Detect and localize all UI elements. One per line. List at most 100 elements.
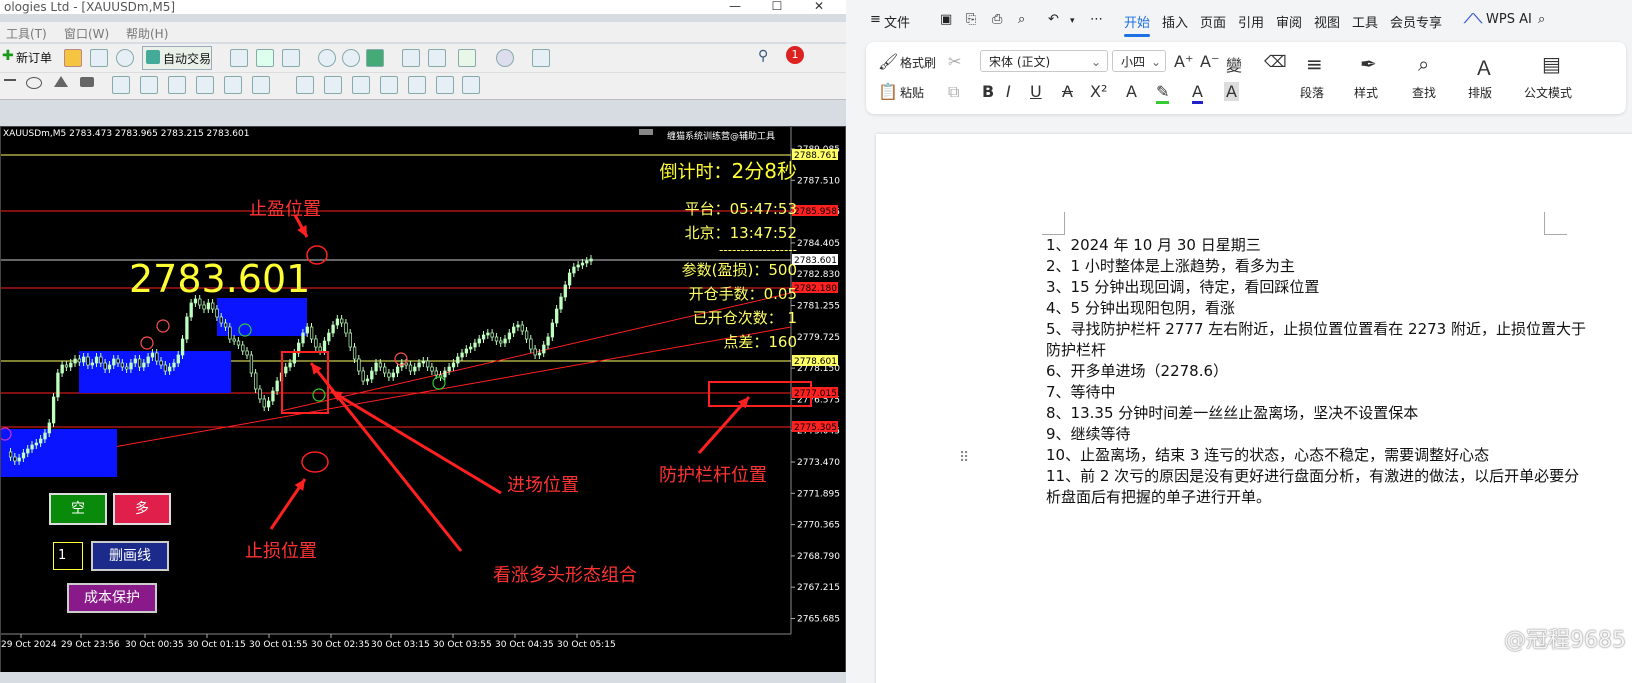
- print-icon[interactable]: ⎙: [992, 12, 1002, 27]
- document-line[interactable]: 6、开多单进场（2278.6）: [1046, 360, 1228, 381]
- text-effect-icon[interactable]: A: [1126, 82, 1137, 101]
- candlestick-icon[interactable]: [256, 49, 274, 67]
- decrease-font-icon[interactable]: A⁻: [1200, 52, 1219, 71]
- official-mode-icon[interactable]: ▤: [1542, 52, 1561, 76]
- highlight-icon[interactable]: ✎: [1156, 82, 1170, 104]
- tab-references[interactable]: 引用: [1238, 12, 1264, 31]
- char-shading-icon[interactable]: A: [1224, 82, 1239, 101]
- zoom-out-icon[interactable]: [342, 49, 360, 67]
- chart-drag-handle[interactable]: [639, 129, 653, 135]
- export-icon[interactable]: ⎘: [966, 12, 976, 27]
- tab-insert[interactable]: 插入: [1162, 12, 1188, 31]
- notification-badge[interactable]: 1: [786, 46, 804, 64]
- search-icon[interactable]: ⚲: [758, 48, 768, 64]
- underline-icon[interactable]: U: [1030, 82, 1042, 101]
- paste-button[interactable]: 粘贴: [900, 84, 924, 101]
- price-chart[interactable]: 2789.0852787.5102785.9552784.4052782.830…: [0, 126, 846, 675]
- document-line[interactable]: 10、止盈离场，结束 3 连亏的状态，心态不稳定，需要调整好心态: [1046, 444, 1489, 465]
- cycle-lines-icon[interactable]: [324, 76, 342, 94]
- templates-icon[interactable]: [532, 49, 550, 67]
- document-line[interactable]: 2、1 小时整体是上涨趋势，看多为主: [1046, 255, 1295, 276]
- fib-arc-icon[interactable]: [252, 76, 270, 94]
- gann-fan-icon[interactable]: [196, 76, 214, 94]
- clear-format-icon[interactable]: ⌫: [1264, 52, 1287, 71]
- undo-dropdown-icon[interactable]: ▾: [1070, 16, 1075, 26]
- minimize-icon[interactable]: —: [720, 0, 750, 14]
- sell-button[interactable]: 空: [49, 493, 107, 525]
- find-icon[interactable]: ⌕: [1418, 52, 1429, 76]
- bar-chart-icon[interactable]: [230, 49, 248, 67]
- find-button[interactable]: 查找: [1412, 84, 1436, 101]
- buy-button[interactable]: 多: [113, 493, 171, 525]
- file-menu[interactable]: 文件: [884, 12, 910, 31]
- breakeven-button[interactable]: 成本保护: [67, 583, 157, 613]
- close-icon[interactable]: ✕: [804, 0, 834, 14]
- grid-icon[interactable]: [296, 76, 314, 94]
- document-line[interactable]: 1、2024 年 10 月 30 日星期三: [1046, 234, 1261, 255]
- copy-icon[interactable]: ⧉: [948, 82, 959, 102]
- menu-help[interactable]: 帮助(H): [126, 25, 168, 42]
- menu-tools[interactable]: 工具(T): [6, 25, 47, 42]
- regression-icon[interactable]: [168, 76, 186, 94]
- zoom-in-icon[interactable]: [318, 49, 336, 67]
- channel-icon[interactable]: [140, 76, 158, 94]
- wps-ai-button[interactable]: WPS AI: [1486, 12, 1532, 27]
- search-icon[interactable]: ⌕: [1538, 12, 1545, 27]
- elliott-icon[interactable]: [380, 76, 398, 94]
- paragraph-icon[interactable]: ≡: [1306, 52, 1323, 76]
- periods-icon[interactable]: [496, 49, 514, 67]
- tab-view[interactable]: 视图: [1314, 12, 1340, 31]
- indicators-icon[interactable]: [458, 49, 476, 67]
- tab-tools[interactable]: 工具: [1352, 12, 1378, 31]
- format-painter-button[interactable]: 格式刷: [900, 54, 936, 71]
- fib-fan-icon[interactable]: [224, 76, 242, 94]
- document-line[interactable]: 8、13.35 分钟时间差一丝丝止盈离场，坚决不设置保本: [1046, 402, 1418, 423]
- delete-lines-button[interactable]: 删画线: [91, 541, 169, 571]
- format-painter-icon[interactable]: 🖌: [878, 52, 898, 71]
- styles-button[interactable]: 样式: [1354, 84, 1378, 101]
- navigator-icon[interactable]: [90, 49, 108, 67]
- new-order-button[interactable]: 新订单: [16, 49, 52, 66]
- undo-icon[interactable]: ↶: [1048, 12, 1059, 27]
- auto-trading-button[interactable]: 自动交易: [142, 46, 212, 70]
- expansion-icon[interactable]: [408, 76, 426, 94]
- wps-ai-icon[interactable]: ⟋⟍: [1464, 12, 1482, 27]
- bold-icon[interactable]: B: [982, 82, 994, 101]
- tab-review[interactable]: 审阅: [1276, 12, 1302, 31]
- hamburger-icon[interactable]: ≡: [870, 12, 881, 27]
- arrows-icon[interactable]: [462, 76, 480, 94]
- paragraph-drag-handle-icon[interactable]: ⠿: [959, 450, 969, 466]
- official-mode-button[interactable]: 公文模式: [1524, 84, 1572, 101]
- horizontal-line-icon[interactable]: [4, 79, 16, 81]
- italic-icon[interactable]: I: [1006, 82, 1011, 101]
- strikethrough-icon[interactable]: A: [1062, 82, 1073, 101]
- increase-font-icon[interactable]: A⁺: [1174, 52, 1193, 71]
- phonetic-icon[interactable]: 變: [1226, 52, 1242, 76]
- document-line[interactable]: 析盘面后有把握的单子进行开单。: [1046, 486, 1271, 507]
- font-color-icon[interactable]: A: [1192, 82, 1203, 104]
- menu-window[interactable]: 窗口(W): [64, 25, 109, 42]
- superscript-icon[interactable]: X²: [1090, 82, 1107, 101]
- save-icon[interactable]: ▣: [940, 12, 952, 27]
- print-preview-icon[interactable]: ⌕: [1018, 12, 1025, 27]
- maximize-icon[interactable]: ☐: [762, 0, 792, 14]
- tile-windows-icon[interactable]: [366, 49, 384, 67]
- font-name-select[interactable]: 宋体 (正文) ⌄: [980, 50, 1108, 72]
- document-line[interactable]: 防护栏杆: [1046, 339, 1106, 360]
- triangle-icon[interactable]: [54, 76, 68, 87]
- tab-member[interactable]: 会员专享: [1390, 12, 1442, 31]
- document-line[interactable]: 9、继续等待: [1046, 423, 1131, 444]
- layout-button[interactable]: 排版: [1468, 84, 1492, 101]
- new-order-icon[interactable]: ✚: [2, 48, 16, 64]
- line-chart-icon[interactable]: [282, 49, 300, 67]
- auto-scroll-icon[interactable]: [402, 49, 420, 67]
- document-line[interactable]: 5、寻找防护栏杆 2777 左右附近，止损位置位置看在 2273 附近，止损位置…: [1046, 318, 1586, 339]
- pitchfork-icon[interactable]: [352, 76, 370, 94]
- tab-home[interactable]: 开始: [1124, 12, 1150, 31]
- tab-page[interactable]: 页面: [1200, 12, 1226, 31]
- layout-icon[interactable]: Ａ: [1474, 52, 1494, 81]
- market-watch-icon[interactable]: [64, 49, 82, 67]
- document-line[interactable]: 11、前 2 次亏的原因是没有更好进行盘面分析，有激进的做法，以后开单必要分: [1046, 465, 1579, 486]
- document-page[interactable]: 1、2024 年 10 月 30 日星期三 2、1 小时整体是上涨趋势，看多为主 3…: [876, 134, 1632, 683]
- document-line[interactable]: 3、15 分钟出现回调，待定，看回踩位置: [1046, 276, 1319, 297]
